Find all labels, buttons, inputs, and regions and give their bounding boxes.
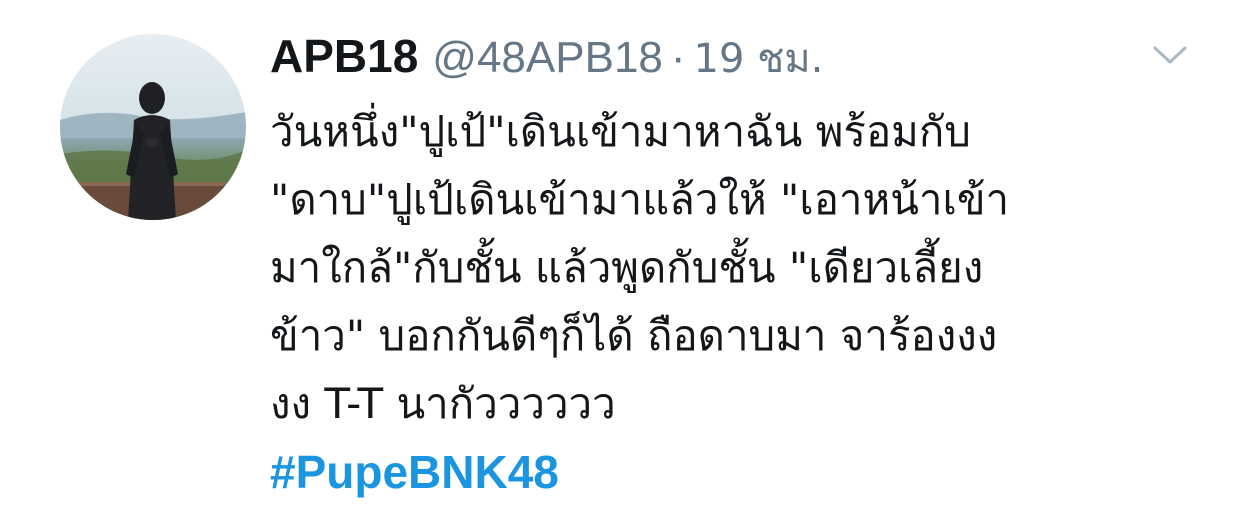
tweet-text: วันหนึ่ง"ปูเป้"เดินเข้ามาหาฉัน พร้อมกับ … [270,98,1170,506]
tweet-content: APB18 @48APB18 · 19 ชม. วันหนึ่ง"ปูเป้"เ… [270,26,1170,506]
author-display-name[interactable]: APB18 [270,29,418,83]
avatar[interactable] [60,34,246,220]
tweet-text-line: "ดาบ"ปูเป้เดินเข้ามาแล้วให้ "เอาหน้าเข้า [270,175,1010,224]
separator-dot: · [670,33,686,82]
tweet-menu-button[interactable] [1150,40,1190,70]
tweet-text-line: วันหนึ่ง"ปูเป้"เดินเข้ามาหาฉัน พร้อมกับ [270,107,971,156]
tweet-header: APB18 @48APB18 · 19 ชม. [270,26,1170,96]
tweet-text-line: ข้าว" บอกกันดีๆก็ได้ ถือดาบมา จาร้องงง [270,311,998,360]
author-handle[interactable]: @48APB18 [432,33,663,83]
avatar-image [60,34,246,220]
tweet-text-line: มาใกล้"กับชั้น แล้วพูดกับชั้น "เดียวเลี้… [270,243,984,292]
hashtag-link[interactable]: #PupeBNK48 [270,438,1170,506]
chevron-down-icon [1153,46,1187,64]
tweet-timestamp[interactable]: 19 ชม. [694,26,824,90]
tweet-text-line: งง T-T นากัวววววว [270,379,616,428]
tweet[interactable]: APB18 @48APB18 · 19 ชม. วันหนึ่ง"ปูเป้"เ… [0,0,1239,522]
